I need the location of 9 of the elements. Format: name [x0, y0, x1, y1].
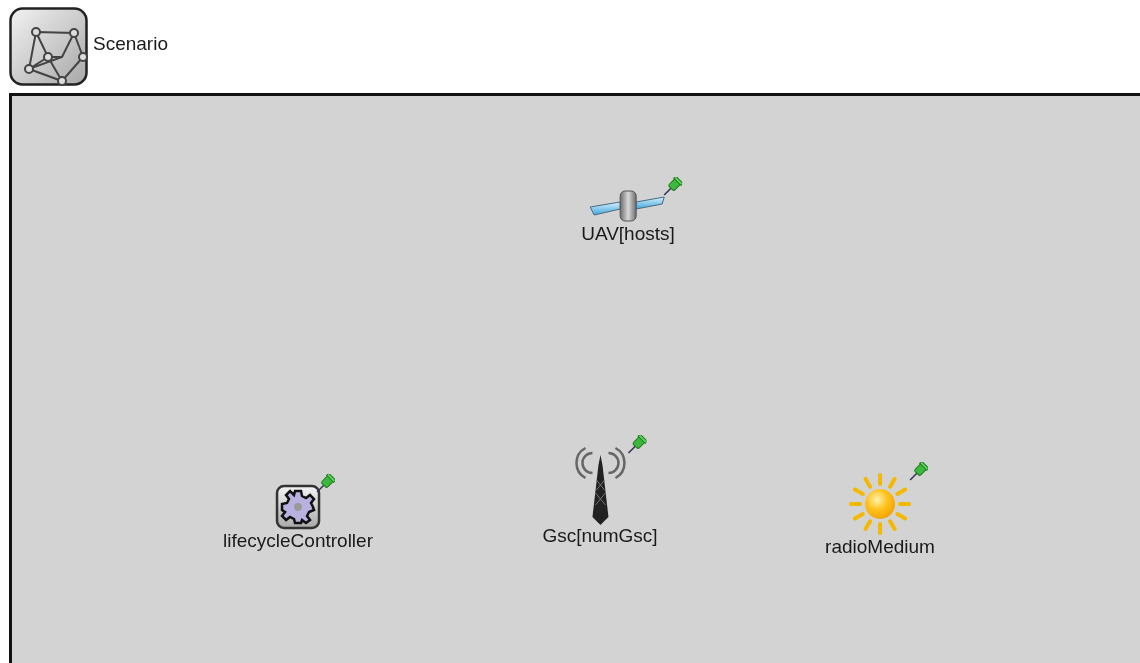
scenario-title: Scenario	[93, 32, 168, 55]
satellite-icon	[588, 187, 668, 223]
node-label: radioMedium	[825, 536, 935, 558]
gear-icon	[275, 484, 321, 530]
network-icon	[9, 7, 88, 86]
node-label: lifecycleController	[223, 530, 373, 552]
node-label: Gsc[numGsc]	[542, 525, 658, 547]
node-label: UAV[hosts]	[581, 223, 675, 245]
sun-icon	[846, 472, 914, 536]
